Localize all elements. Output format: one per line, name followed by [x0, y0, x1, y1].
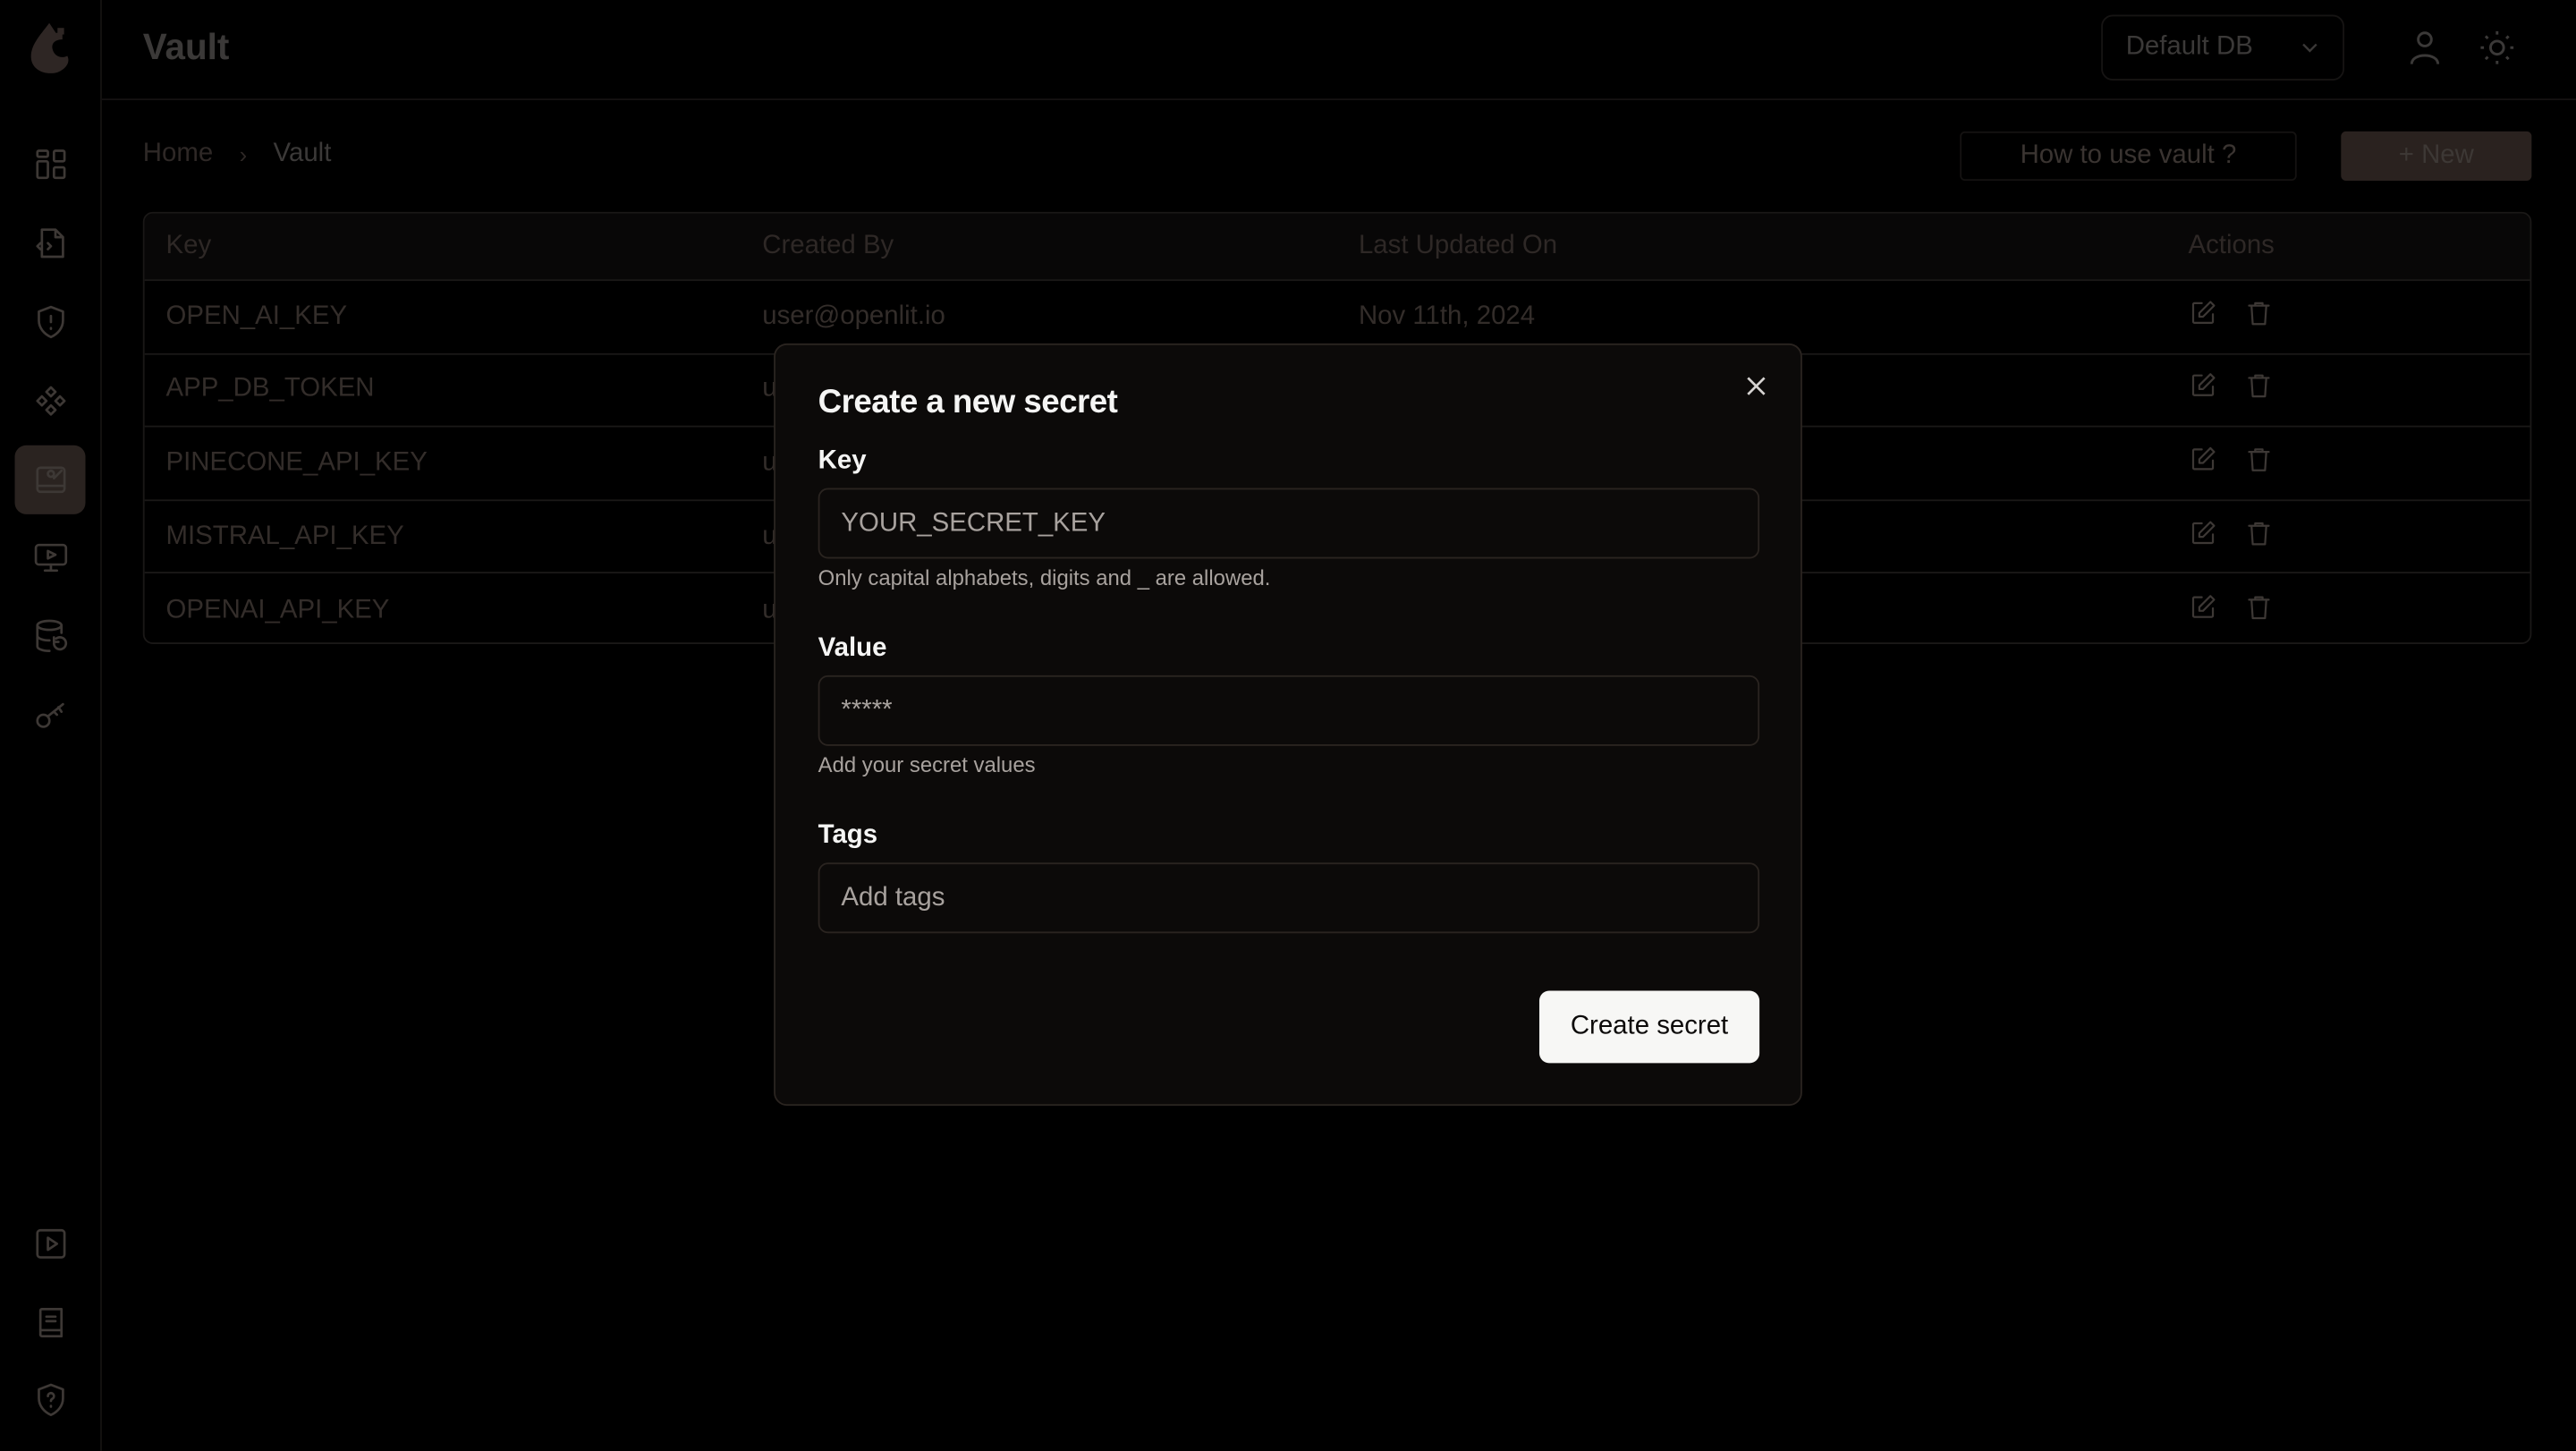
secret-key: OPENAI_API_KEY [165, 596, 390, 624]
trash-icon [2248, 522, 2270, 545]
edit-icon [2191, 446, 2216, 471]
trash-icon [2248, 595, 2270, 619]
play-square-icon [35, 1228, 65, 1259]
delete-button[interactable] [2244, 445, 2274, 482]
dashboard-icon [35, 149, 65, 180]
sidebar-item-requests[interactable] [15, 208, 86, 277]
trash-icon [2248, 375, 2270, 398]
sidebar-item-tutorial[interactable] [15, 1209, 86, 1278]
column-header-last-updated: Last Updated On [1358, 231, 1558, 260]
sun-icon[interactable] [2478, 28, 2517, 67]
page-title: Vault [142, 26, 230, 68]
database-select-value: Default DB [2125, 32, 2253, 61]
create-secret-button[interactable]: Create secret [1538, 990, 1760, 1064]
row-actions [2188, 298, 2274, 335]
delete-button[interactable] [2244, 298, 2274, 335]
sidebar-item-exceptions[interactable] [15, 287, 86, 356]
edit-icon [2191, 594, 2216, 618]
row-actions [2188, 592, 2274, 630]
create-secret-dialog: Create a new secret Key Only capital alp… [774, 343, 1802, 1107]
value-label: Value [818, 633, 887, 663]
chevron-right-icon: › [239, 140, 248, 168]
sidebar-item-dashboard[interactable] [15, 130, 86, 199]
secret-key: OPEN_AI_KEY [165, 301, 348, 330]
breadcrumb: Home › Vault [143, 140, 332, 169]
edit-icon [2191, 520, 2216, 544]
edit-button[interactable] [2188, 445, 2217, 482]
sidebar-item-openground[interactable] [15, 522, 86, 591]
edit-button[interactable] [2188, 592, 2217, 630]
sidebar [0, 0, 102, 1451]
chevron-down-icon [2302, 43, 2318, 53]
column-header-created-by: Created By [762, 231, 894, 260]
table-header: Key Created By Last Updated On Actions [144, 213, 2530, 282]
column-header-actions: Actions [2188, 231, 2275, 260]
new-secret-button[interactable]: + New [2341, 131, 2532, 182]
trash-icon [2248, 448, 2270, 471]
edit-icon [2191, 301, 2216, 324]
tags-input[interactable] [818, 862, 1760, 934]
row-actions [2188, 518, 2274, 556]
value-hint: Add your secret values [818, 752, 1036, 777]
value-input[interactable] [818, 675, 1760, 746]
delete-button[interactable] [2244, 518, 2274, 556]
last-updated: Nov 11th, 2024 [1358, 301, 1536, 330]
close-icon[interactable] [1743, 373, 1769, 399]
sidebar-item-support[interactable] [15, 1365, 86, 1434]
user-icon[interactable] [2405, 28, 2445, 67]
how-to-use-vault-button[interactable]: How to use vault ? [1960, 131, 2297, 182]
breadcrumb-home[interactable]: Home [143, 140, 213, 169]
sidebar-item-api-keys[interactable] [15, 680, 86, 749]
tags-label: Tags [818, 821, 878, 850]
sidebar-item-components[interactable] [15, 367, 86, 436]
secret-key: APP_DB_TOKEN [165, 375, 375, 403]
vault-icon [35, 466, 65, 494]
code-file-icon [35, 228, 64, 259]
database-select[interactable]: Default DB [2101, 14, 2344, 81]
shield-question-icon [37, 1383, 64, 1417]
delete-button[interactable] [2244, 371, 2274, 409]
dialog-title: Create a new secret [818, 384, 1118, 421]
top-header: Vault Default DB [101, 0, 2576, 101]
edit-button[interactable] [2188, 298, 2217, 335]
delete-button[interactable] [2244, 592, 2274, 630]
trash-icon [2248, 301, 2270, 326]
edit-button[interactable] [2188, 518, 2217, 556]
sidebar-item-database-config[interactable] [15, 601, 86, 670]
secret-key: MISTRAL_API_KEY [165, 522, 404, 550]
secret-key: PINECONE_API_KEY [165, 448, 428, 477]
key-input[interactable] [818, 488, 1760, 559]
key-hint: Only capital alphabets, digits and _ are… [818, 564, 1271, 590]
row-actions [2188, 371, 2274, 409]
breadcrumb-current: Vault [273, 140, 332, 168]
sidebar-item-vault[interactable] [14, 445, 86, 514]
key-icon [35, 702, 64, 728]
column-header-key: Key [165, 231, 212, 260]
sidebar-item-docs[interactable] [15, 1288, 86, 1357]
created-by: user@openlit.io [762, 301, 945, 330]
edit-button[interactable] [2188, 371, 2217, 409]
database-refresh-icon [35, 619, 67, 652]
components-icon [35, 386, 65, 416]
key-label: Key [818, 446, 867, 475]
shield-alert-icon [37, 305, 64, 339]
book-icon [38, 1308, 63, 1338]
row-actions [2188, 445, 2274, 482]
edit-icon [2191, 373, 2216, 397]
monitor-play-icon [33, 543, 67, 573]
openlit-logo[interactable] [26, 20, 72, 75]
